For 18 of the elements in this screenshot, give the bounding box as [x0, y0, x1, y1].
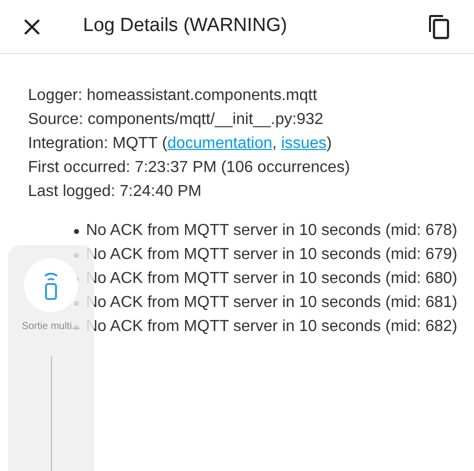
close-icon	[23, 18, 41, 36]
detail-line: Logger: homeassistant.components.mqtt	[28, 86, 318, 106]
bullet-icon	[74, 229, 79, 234]
log-message: No ACK from MQTT server in 10 seconds (mid: 678)	[86, 221, 458, 241]
log-message: No ACK from MQTT server in 10 seconds (mid: 682)	[86, 317, 458, 337]
detail-line: First occurred: 7:23:37 PM (106 occurrences)	[28, 158, 351, 178]
copy-icon	[428, 14, 450, 40]
copy-button[interactable]	[426, 12, 452, 40]
log-message: No ACK from MQTT server in 10 seconds (mid: 679)	[86, 245, 458, 265]
detail-line: Last logged: 7:24:40 PM	[28, 182, 202, 202]
log-message: No ACK from MQTT server in 10 seconds (mid: 680)	[86, 269, 458, 289]
link[interactable]: issues	[281, 135, 327, 152]
device-label: Sortie multi...	[22, 320, 80, 334]
link[interactable]: documentation	[167, 135, 272, 152]
log-message: No ACK from MQTT server in 10 seconds (mid: 681)	[86, 293, 458, 313]
dialog-title: Log Details (WARNING)	[83, 14, 288, 38]
detail-line: Integration: MQTT (documentation, issues)	[28, 134, 333, 154]
detail-line: Source: components/mqtt/__init__.py:932	[28, 110, 324, 130]
